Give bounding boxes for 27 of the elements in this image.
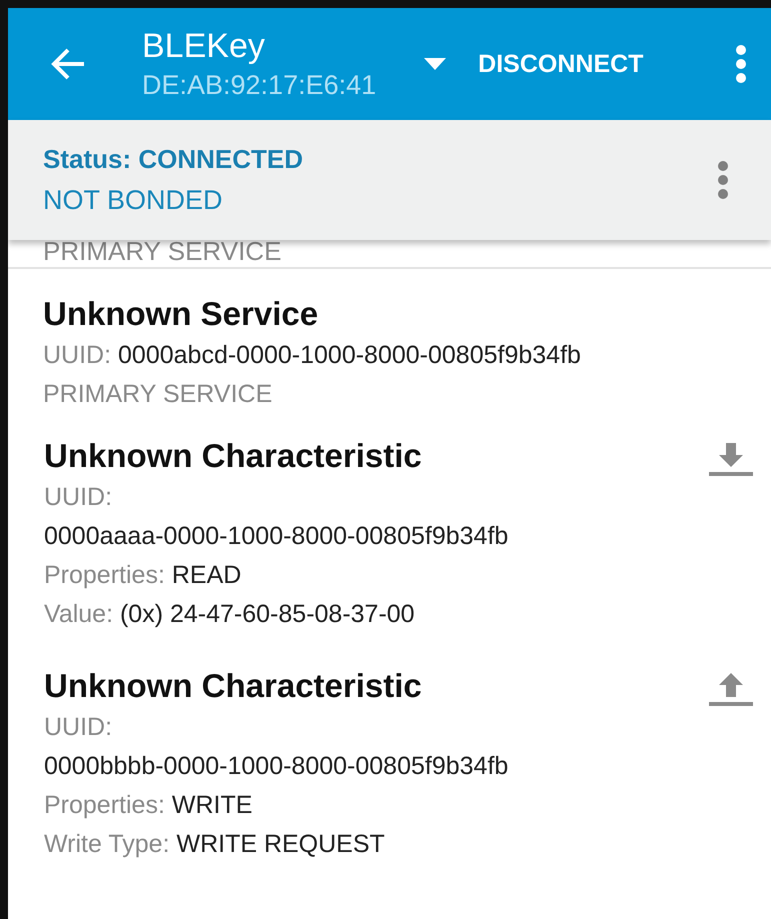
read-button[interactable]: [709, 443, 753, 477]
device-name: BLEKey: [142, 27, 266, 66]
characteristic-name: Unknown Characteristic: [44, 667, 423, 705]
disconnect-button[interactable]: DISCONNECT: [478, 42, 644, 86]
characteristic-property: Properties: READ: [44, 561, 242, 590]
service-type: PRIMARY SERVICE: [43, 380, 274, 409]
service-uuid: UUID: 0000abcd-0000-1000-8000-00805f9b34fb: [43, 341, 582, 370]
connection-status: Status: CONNECTED: [43, 144, 304, 175]
service-type: PRIMARY SERVICE: [43, 238, 282, 264]
characteristic-name: Unknown Characteristic: [44, 437, 423, 475]
characteristic-property: Write Type: WRITE REQUEST: [44, 830, 386, 859]
upload-icon: [709, 673, 753, 707]
more-icon: [717, 160, 729, 200]
uuid-label: UUID:: [44, 713, 114, 742]
download-icon: [709, 443, 753, 477]
characteristic-uuid: 0000bbbb-0000-1000-8000-00805f9b34fb: [44, 752, 508, 781]
dropdown-icon: [424, 58, 446, 70]
device-address: DE:AB:92:17:E6:41: [142, 70, 376, 101]
bond-status: NOT BONDED: [43, 185, 224, 216]
characteristic-property: Value: (0x) 24-47-60-85-08-37-00: [44, 600, 416, 629]
back-arrow-icon: [50, 48, 86, 80]
service-name: Unknown Service: [43, 295, 320, 333]
characteristic-uuid: 0000aaaa-0000-1000-8000-00805f9b34fb: [44, 522, 508, 551]
uuid-label: UUID:: [44, 483, 114, 512]
write-button[interactable]: [709, 673, 753, 707]
more-icon: [735, 44, 747, 84]
characteristic-property: Properties: WRITE: [44, 791, 254, 820]
